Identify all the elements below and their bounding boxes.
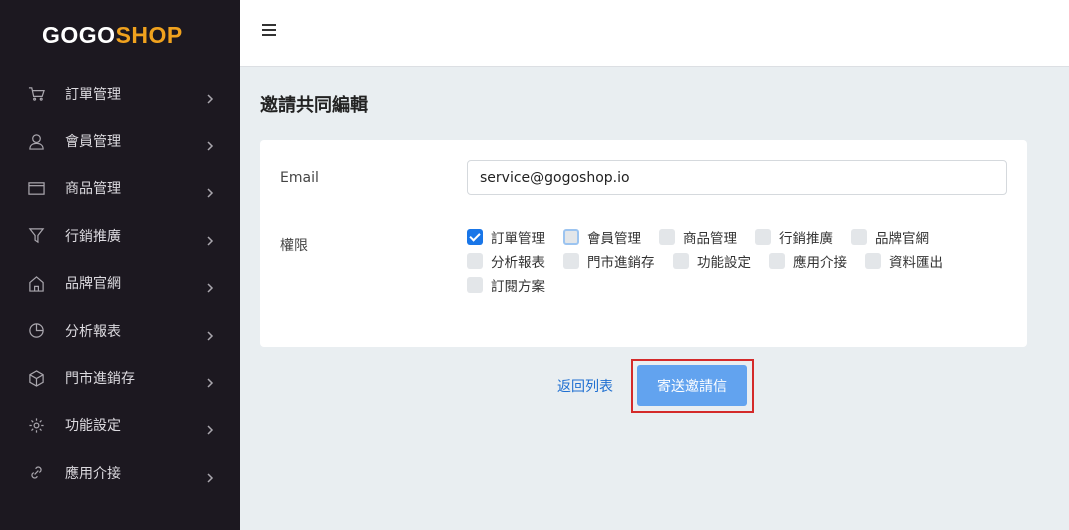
permission-label-text: 資料匯出 bbox=[889, 255, 943, 271]
permission-label-text: 訂閱方案 bbox=[491, 279, 545, 295]
permission-label-text: 分析報表 bbox=[491, 255, 545, 271]
permission-checkbox-subscription[interactable]: 訂閱方案 bbox=[467, 276, 545, 295]
chevron-right-icon bbox=[206, 231, 214, 246]
sidebar-item-inventory[interactable]: 門市進銷存 bbox=[0, 354, 240, 401]
chevron-right-icon bbox=[206, 373, 214, 388]
sidebar-item-label: 訂單管理 bbox=[65, 86, 121, 103]
sidebar: GOGOSHOP 訂單管理 會員管理 商品管理 行銷推廣 品牌官網 分析報表 門… bbox=[0, 0, 240, 530]
top-bar bbox=[240, 0, 1069, 67]
permission-label-text: 應用介接 bbox=[793, 255, 847, 271]
browser-icon bbox=[27, 179, 45, 197]
permission-checkbox-orders[interactable]: 訂單管理 bbox=[467, 228, 545, 247]
permission-checkbox-products[interactable]: 商品管理 bbox=[659, 228, 737, 247]
checkbox[interactable] bbox=[467, 253, 483, 269]
sidebar-item-label: 應用介接 bbox=[65, 465, 121, 482]
email-label: Email bbox=[280, 170, 319, 186]
permission-label-text: 訂單管理 bbox=[491, 231, 545, 247]
sidebar-item-label: 商品管理 bbox=[65, 181, 121, 198]
checkbox[interactable] bbox=[851, 229, 867, 245]
checkbox[interactable] bbox=[755, 229, 771, 245]
chevron-right-icon bbox=[206, 89, 214, 104]
sidebar-item-settings[interactable]: 功能設定 bbox=[0, 402, 240, 449]
logo-text-sh: SH bbox=[115, 22, 149, 48]
permission-label-text: 門市進銷存 bbox=[587, 255, 655, 271]
checkbox[interactable] bbox=[467, 277, 483, 293]
permission-label-text: 會員管理 bbox=[587, 231, 641, 247]
permission-label-text: 商品管理 bbox=[683, 231, 737, 247]
checkbox[interactable] bbox=[865, 253, 881, 269]
permission-label-text: 功能設定 bbox=[697, 255, 751, 271]
gear-icon bbox=[27, 416, 45, 434]
sidebar-item-label: 會員管理 bbox=[65, 134, 121, 151]
sidebar-item-label: 分析報表 bbox=[65, 323, 121, 340]
chevron-right-icon bbox=[206, 183, 214, 198]
sidebar-item-marketing[interactable]: 行銷推廣 bbox=[0, 212, 240, 259]
permission-label-text: 行銷推廣 bbox=[779, 231, 833, 247]
permission-checkbox-reports[interactable]: 分析報表 bbox=[467, 252, 545, 271]
send-invite-button[interactable]: 寄送邀請信 bbox=[637, 365, 747, 406]
permission-checkbox-integrations[interactable]: 應用介接 bbox=[769, 252, 847, 271]
logo-text-o: O bbox=[148, 22, 167, 48]
sidebar-item-reports[interactable]: 分析報表 bbox=[0, 307, 240, 354]
permission-label: 權限 bbox=[280, 238, 308, 254]
permission-checkbox-marketing[interactable]: 行銷推廣 bbox=[755, 228, 833, 247]
sidebar-item-label: 品牌官網 bbox=[65, 276, 121, 293]
link-icon bbox=[27, 464, 45, 482]
sidebar-item-members[interactable]: 會員管理 bbox=[0, 117, 240, 164]
chevron-right-icon bbox=[206, 468, 214, 483]
logo-text-gogo: GOGO bbox=[42, 22, 116, 48]
box-icon bbox=[27, 369, 45, 387]
chevron-right-icon bbox=[206, 136, 214, 151]
sidebar-item-brand-site[interactable]: 品牌官網 bbox=[0, 260, 240, 307]
filter-icon bbox=[27, 227, 45, 245]
home-icon bbox=[27, 274, 45, 292]
checkbox[interactable] bbox=[563, 253, 579, 269]
back-to-list-link[interactable]: 返回列表 bbox=[557, 376, 613, 396]
permission-checkbox-data-export[interactable]: 資料匯出 bbox=[865, 252, 943, 271]
logo-text-p: P bbox=[166, 22, 183, 48]
checkbox[interactable] bbox=[563, 229, 579, 245]
cart-icon bbox=[27, 85, 45, 103]
page-title: 邀請共同編輯 bbox=[260, 95, 368, 116]
checkbox-checked[interactable] bbox=[467, 229, 483, 245]
checkbox[interactable] bbox=[769, 253, 785, 269]
permission-checkbox-members[interactable]: 會員管理 bbox=[563, 228, 641, 247]
sidebar-item-products[interactable]: 商品管理 bbox=[0, 165, 240, 212]
sidebar-item-label: 行銷推廣 bbox=[65, 228, 121, 245]
permission-checkbox-inventory[interactable]: 門市進銷存 bbox=[563, 252, 655, 271]
sidebar-nav: 訂單管理 會員管理 商品管理 行銷推廣 品牌官網 分析報表 門市進銷存 功能設定… bbox=[0, 70, 240, 497]
hamburger-icon[interactable] bbox=[262, 24, 276, 38]
checkbox[interactable] bbox=[673, 253, 689, 269]
sidebar-item-label: 門市進銷存 bbox=[65, 371, 135, 388]
user-icon bbox=[27, 132, 45, 150]
logo[interactable]: GOGOSHOP bbox=[42, 22, 183, 48]
invite-form-card: Email 權限 訂單管理 會員管理 商品管理 行銷推廣 品牌官網 分析報表 門… bbox=[260, 140, 1027, 347]
chevron-right-icon bbox=[206, 420, 214, 435]
chevron-right-icon bbox=[206, 326, 214, 341]
chevron-right-icon bbox=[206, 278, 214, 293]
sidebar-item-label: 功能設定 bbox=[65, 418, 121, 435]
permission-label-text: 品牌官網 bbox=[875, 231, 929, 247]
permission-checkbox-brand-site[interactable]: 品牌官網 bbox=[851, 228, 929, 247]
pie-chart-icon bbox=[27, 322, 45, 340]
permission-checkbox-settings[interactable]: 功能設定 bbox=[673, 252, 751, 271]
sidebar-item-orders[interactable]: 訂單管理 bbox=[0, 70, 240, 117]
sidebar-item-integrations[interactable]: 應用介接 bbox=[0, 449, 240, 496]
email-field[interactable] bbox=[467, 160, 1007, 195]
checkbox[interactable] bbox=[659, 229, 675, 245]
